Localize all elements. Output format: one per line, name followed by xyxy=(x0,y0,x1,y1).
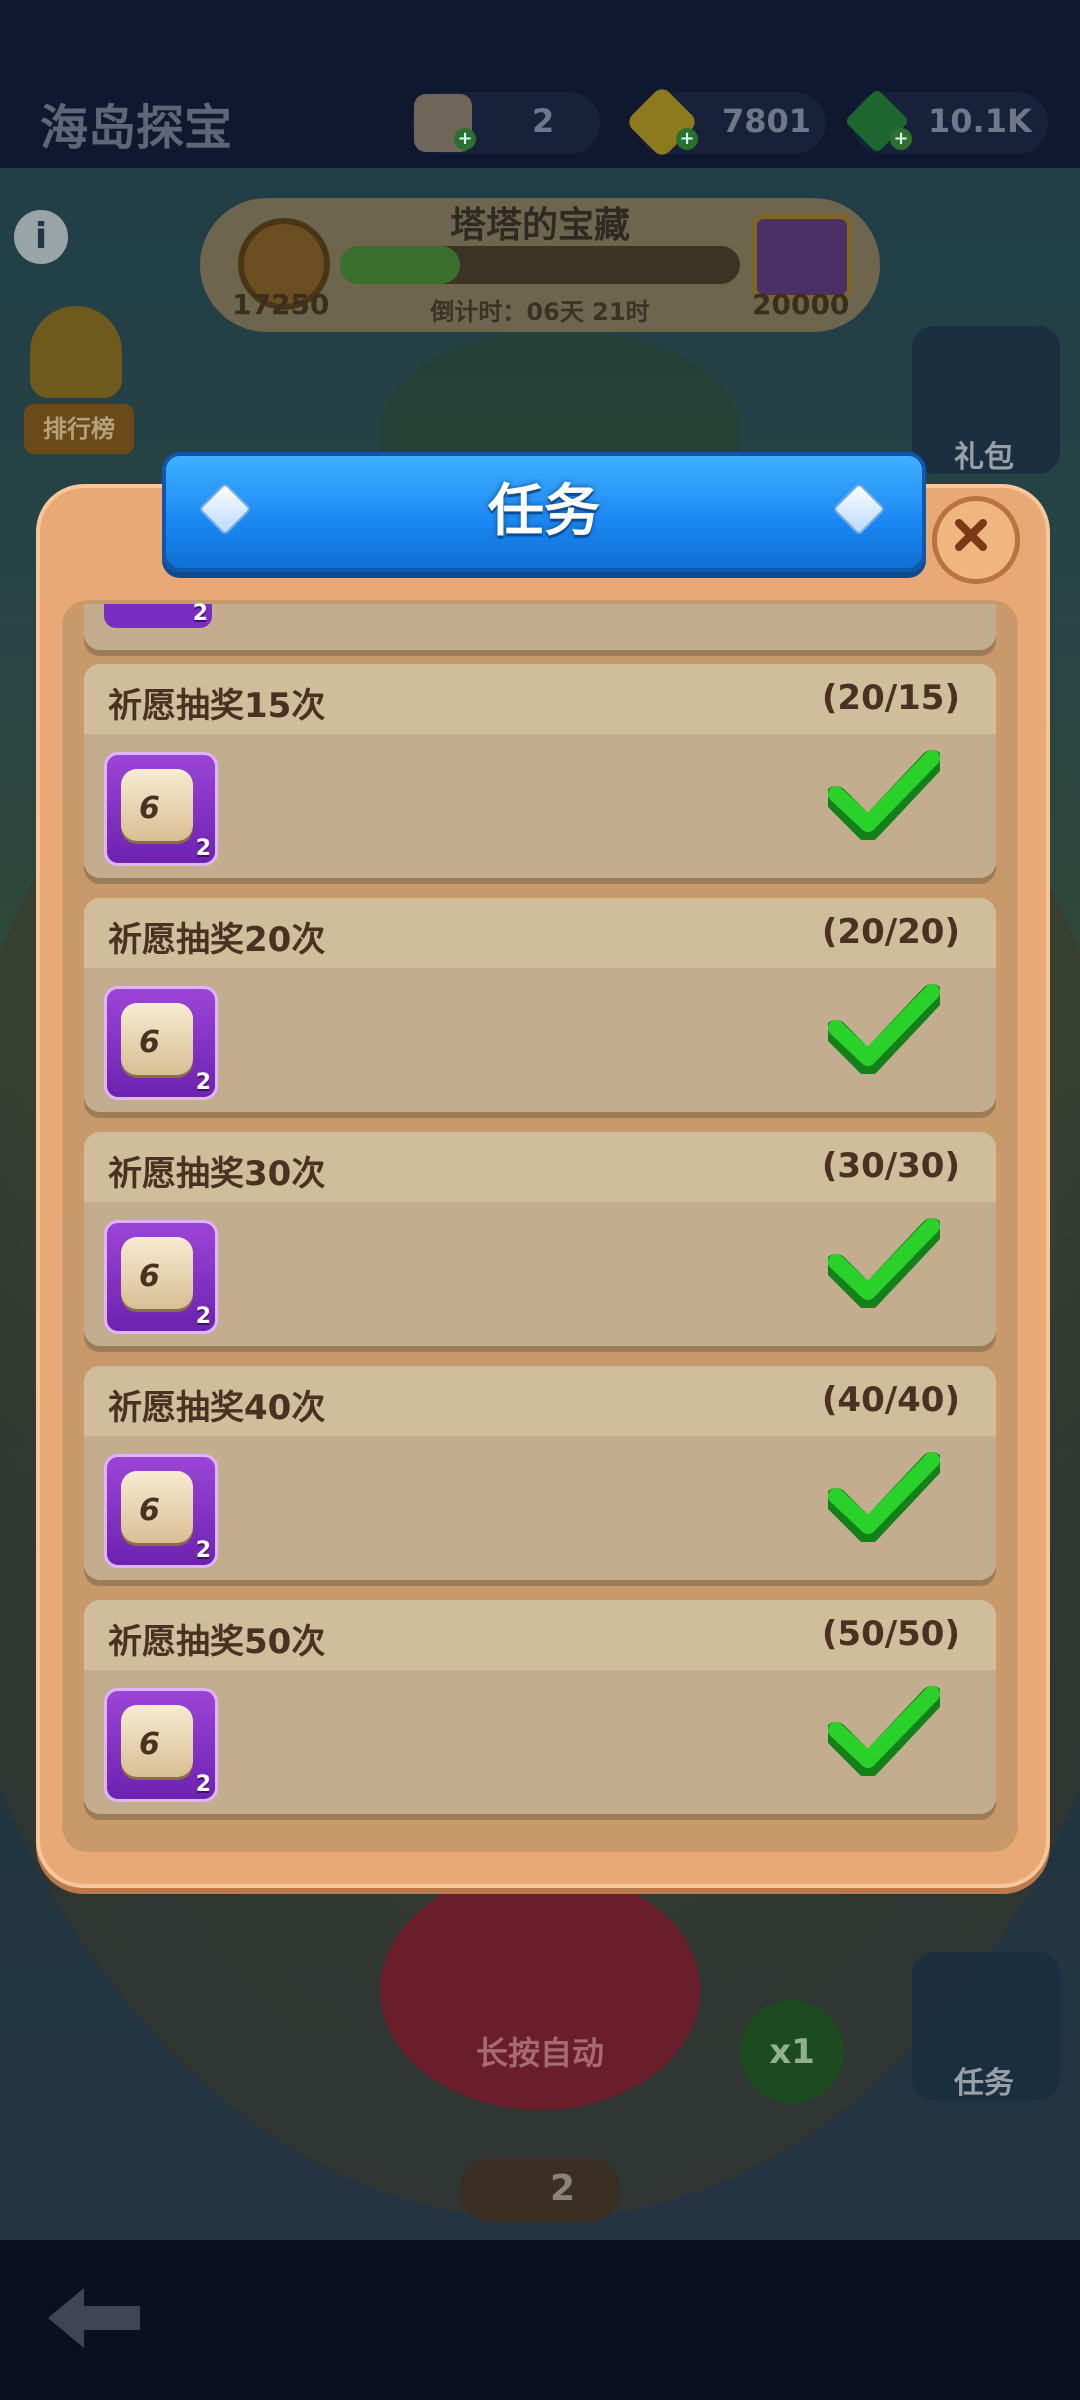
task-header: 祈愿抽奖15次 (20/15) xyxy=(84,664,996,734)
close-icon xyxy=(955,519,987,551)
event-title: 塔塔的宝藏 xyxy=(449,205,630,246)
reward-quantity: 2 xyxy=(195,1538,211,1563)
task-header: 祈愿抽奖30次 (30/30) xyxy=(84,1132,996,1202)
dice-count: 2 xyxy=(532,102,555,140)
dice-icon: 6 xyxy=(121,1471,193,1543)
reward-tile: 6 2 xyxy=(104,986,218,1100)
dice-icon: 6 xyxy=(121,1237,193,1309)
task-card[interactable]: 祈愿抽奖20次 (20/20) 6 2 xyxy=(84,898,996,1112)
task-header: 祈愿抽奖40次 (40/40) xyxy=(84,1366,996,1436)
add-dice-icon[interactable]: + xyxy=(454,128,476,150)
auto-roll-button[interactable] xyxy=(380,1870,700,2110)
close-button[interactable] xyxy=(932,496,1020,584)
gift-pack-label: 礼包 xyxy=(954,440,1014,475)
task-name: 祈愿抽奖40次 xyxy=(108,1388,326,1428)
gem-count: 10.1K xyxy=(928,102,1032,140)
gold-count: 7801 xyxy=(722,102,812,140)
add-gold-icon[interactable]: + xyxy=(676,128,698,150)
task-progress: (30/30) xyxy=(821,1146,960,1186)
task-card[interactable]: 祈愿抽奖30次 (30/30) 6 2 xyxy=(84,1132,996,1346)
modal-title: 任务 xyxy=(488,479,600,544)
task-header: 祈愿抽奖20次 (20/20) xyxy=(84,898,996,968)
auto-roll-label: 长按自动 xyxy=(475,2034,604,2072)
checkmark-icon xyxy=(828,750,940,840)
event-progress-bar xyxy=(340,246,740,284)
dice-icon: 6 xyxy=(121,1003,193,1075)
reward-tile: 6 2 xyxy=(104,752,218,866)
task-name: 祈愿抽奖20次 xyxy=(108,920,326,960)
task-header: 祈愿抽奖50次 (50/50) xyxy=(84,1600,996,1670)
checkmark-icon xyxy=(828,1686,940,1776)
task-name: 祈愿抽奖50次 xyxy=(108,1622,326,1662)
dice-icon: 6 xyxy=(121,769,193,841)
add-gem-icon[interactable]: + xyxy=(890,128,912,150)
task-name: 祈愿抽奖30次 xyxy=(108,1154,326,1194)
reward-tile: 6 2 xyxy=(104,1688,218,1802)
multiplier-button[interactable]: x1 xyxy=(740,2000,844,2104)
checkmark-icon xyxy=(828,1452,940,1542)
reward-quantity: 2 xyxy=(195,1304,211,1329)
task-card[interactable]: 祈愿抽奖50次 (50/50) 6 2 xyxy=(84,1600,996,1814)
reward-tile: 6 2 xyxy=(104,1220,218,1334)
back-arrow-icon[interactable] xyxy=(44,2284,144,2352)
reward-quantity: 2 xyxy=(195,1772,211,1797)
checkmark-icon xyxy=(828,984,940,1074)
task-card[interactable]: 祈愿抽奖15次 (20/15) 6 2 xyxy=(84,664,996,878)
task-name: 祈愿抽奖15次 xyxy=(108,686,326,726)
trophy-icon[interactable] xyxy=(30,306,122,398)
task-card[interactable]: 祈愿抽奖40次 (40/40) 6 2 xyxy=(84,1366,996,1580)
ranking-button[interactable]: 排行榜 xyxy=(24,404,134,454)
task-progress: (20/20) xyxy=(821,912,960,952)
task-progress: (40/40) xyxy=(821,1380,960,1420)
dice-remaining-count: 2 xyxy=(550,2168,576,2209)
system-nav-bar xyxy=(0,2240,1080,2400)
reward-quantity: 2 xyxy=(195,1070,211,1095)
reward-quantity: 2 xyxy=(195,836,211,861)
task-progress: (50/50) xyxy=(821,1614,960,1654)
dice-remaining-pill xyxy=(460,2158,620,2222)
event-progress-fill xyxy=(340,246,460,284)
checkmark-icon xyxy=(828,1218,940,1308)
dice-icon: 6 xyxy=(121,1705,193,1777)
game-title: 海岛探宝 xyxy=(40,100,233,156)
reward-tile: 6 2 xyxy=(104,1454,218,1568)
task-progress: (20/15) xyxy=(821,678,960,718)
partial-task-card: 2 xyxy=(84,601,996,650)
event-countdown: 倒计时：06天 21时 xyxy=(430,298,650,326)
partial-reward-tile: 2 xyxy=(104,601,212,628)
partial-reward-quantity: 2 xyxy=(192,601,208,626)
